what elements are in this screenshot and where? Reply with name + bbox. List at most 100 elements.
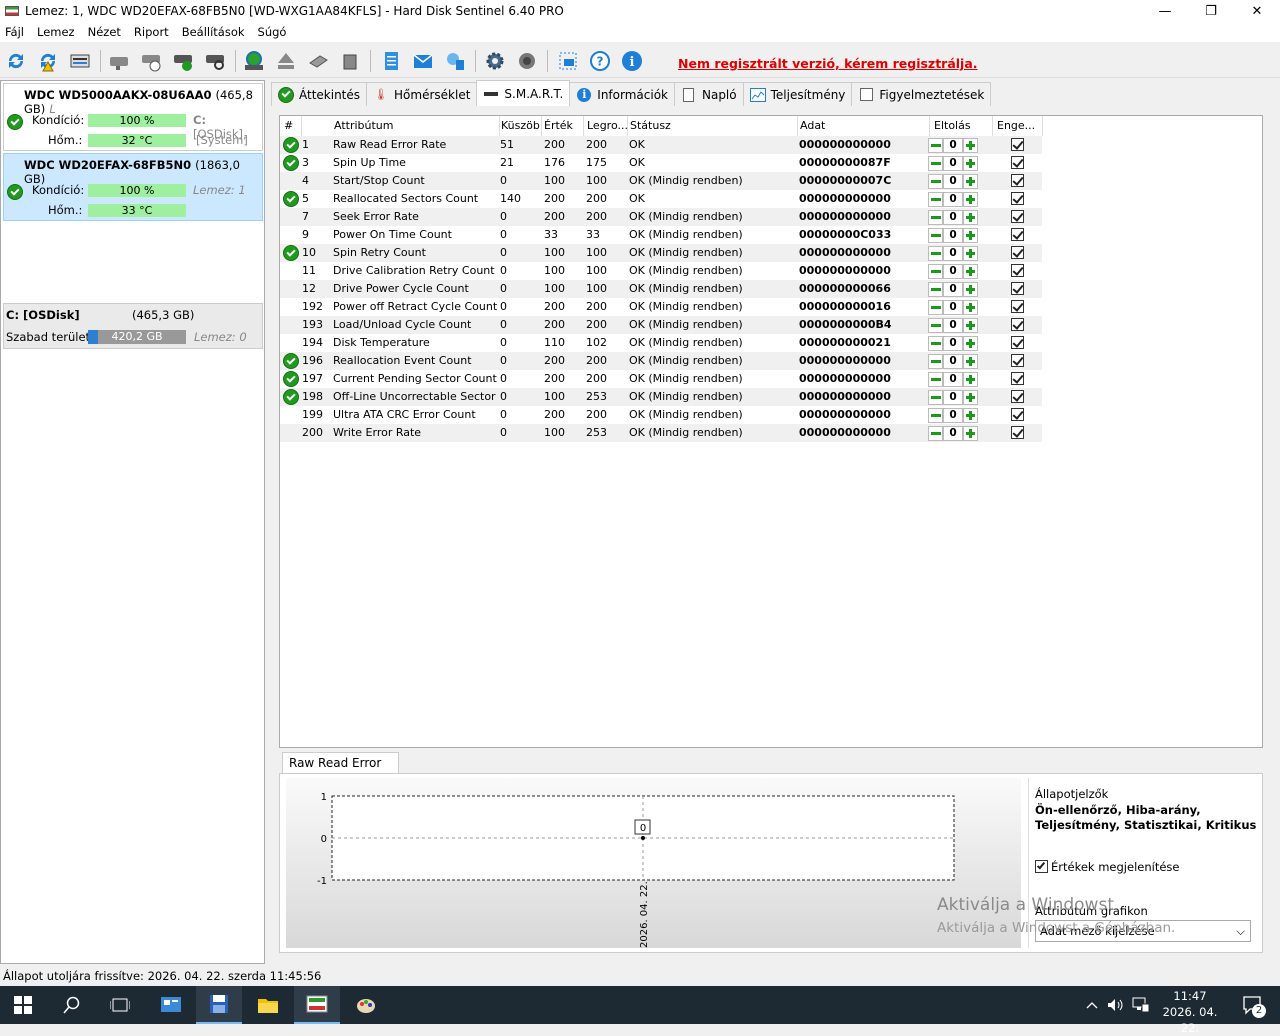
registration-warning-link[interactable]: Nem regisztrált verzió, kérem regisztrál…: [678, 56, 978, 71]
enabled-checkbox[interactable]: [1011, 282, 1024, 295]
offset-value[interactable]: 0: [943, 408, 963, 423]
col-header-status[interactable]: Státusz: [626, 116, 798, 136]
table-row[interactable]: 7 Seek Error Rate 0 200 200 OK (Mindig rendbe…: [280, 208, 1042, 226]
table-row[interactable]: 197 Current Pending Sector Count 0 200 200 OK…: [280, 370, 1042, 388]
menu-disk[interactable]: Lemez: [37, 25, 75, 39]
table-row[interactable]: 196 Reallocation Event Count 0 200 200 OK (Mi…: [280, 352, 1042, 370]
offset-value[interactable]: 0: [943, 246, 963, 261]
enabled-checkbox[interactable]: [1011, 318, 1024, 331]
minus-icon[interactable]: [928, 210, 943, 225]
enabled-checkbox[interactable]: [1011, 138, 1024, 151]
table-row[interactable]: 12 Drive Power Cycle Count 0 100 100 OK (Mind…: [280, 280, 1042, 298]
table-row[interactable]: 9 Power On Time Count 0 33 33 OK (Mindig rend…: [280, 226, 1042, 244]
enabled-checkbox[interactable]: [1011, 192, 1024, 205]
offset-value[interactable]: 0: [943, 300, 963, 315]
enabled-checkbox[interactable]: [1011, 426, 1024, 439]
table-row[interactable]: 199 Ultra ATA CRC Error Count 0 200 200 OK (M…: [280, 406, 1042, 424]
refresh-all-icon[interactable]: [35, 48, 61, 74]
notepad-icon[interactable]: [378, 48, 404, 74]
usb-drive-icon[interactable]: [305, 48, 331, 74]
enabled-checkbox[interactable]: [1011, 354, 1024, 367]
offset-value[interactable]: 0: [943, 390, 963, 405]
disk-ok-icon[interactable]: [170, 48, 196, 74]
enabled-checkbox[interactable]: [1011, 300, 1024, 313]
table-row[interactable]: 200 Write Error Rate 0 100 253 OK (Mindig ren…: [280, 424, 1042, 442]
plus-icon[interactable]: [963, 156, 978, 171]
show-values-checkbox[interactable]: [1035, 860, 1048, 873]
tab-alerts[interactable]: Figyelmeztetések: [851, 82, 992, 106]
table-row[interactable]: 5 Reallocated Sectors Count 140 200 200 OK 000…: [280, 190, 1042, 208]
mail-icon[interactable]: [410, 48, 436, 74]
tab-temperature[interactable]: 🌡 Hőmérséklet: [366, 82, 478, 106]
table-row[interactable]: 194 Disk Temperature 0 110 102 OK (Mindig ren…: [280, 334, 1042, 352]
enabled-checkbox[interactable]: [1011, 336, 1024, 349]
tab-performance[interactable]: Teljesítmény: [742, 82, 853, 106]
tab-information[interactable]: i Információk: [569, 82, 675, 106]
offset-value[interactable]: 0: [943, 192, 963, 207]
tab-overview[interactable]: Áttekintés: [271, 82, 368, 106]
plus-icon[interactable]: [963, 282, 978, 297]
minus-icon[interactable]: [928, 426, 943, 441]
offset-value[interactable]: 0: [943, 372, 963, 387]
minus-icon[interactable]: [928, 246, 943, 261]
offset-value[interactable]: 0: [943, 354, 963, 369]
table-row[interactable]: 3 Spin Up Time 21 176 175 OK 00000000087F 0: [280, 154, 1042, 172]
col-header-threshold[interactable]: Küszöb: [497, 116, 542, 136]
col-header-data[interactable]: Adat: [796, 116, 930, 136]
clock[interactable]: 11:47 2026. 04. 22.: [1156, 988, 1224, 1036]
plus-icon[interactable]: [963, 300, 978, 315]
offset-value[interactable]: 0: [943, 336, 963, 351]
enabled-checkbox[interactable]: [1011, 174, 1024, 187]
drive-icon[interactable]: [67, 48, 93, 74]
taskbar-app-explorer[interactable]: [245, 986, 291, 1024]
offset-value[interactable]: 0: [943, 264, 963, 279]
minus-icon[interactable]: [928, 336, 943, 351]
volume-item[interactable]: C: [OSDisk] (465,3 GB) Szabad terület 42…: [3, 303, 263, 349]
minus-icon[interactable]: [928, 174, 943, 189]
maximize-button[interactable]: ❐: [1188, 0, 1234, 22]
offset-value[interactable]: 0: [943, 318, 963, 333]
task-view-icon[interactable]: [97, 986, 143, 1024]
close-button[interactable]: ✕: [1234, 0, 1280, 22]
disk-item-2[interactable]: WDC WD20EFAX-68FB5N0 (1863,0 GB) Kondíci…: [3, 153, 263, 221]
table-row[interactable]: 10 Spin Retry Count 0 100 100 OK (Mindig rend…: [280, 244, 1042, 262]
graph-tab[interactable]: Raw Read Error Rate: [282, 752, 399, 790]
enabled-checkbox[interactable]: [1011, 228, 1024, 241]
col-header-value[interactable]: Érték: [540, 116, 584, 136]
plus-icon[interactable]: [963, 210, 978, 225]
enabled-checkbox[interactable]: [1011, 408, 1024, 421]
tab-smart[interactable]: S.M.A.R.T.: [476, 80, 571, 106]
table-row[interactable]: 193 Load/Unload Cycle Count 0 200 200 OK (Min…: [280, 316, 1042, 334]
enabled-checkbox[interactable]: [1011, 156, 1024, 169]
minus-icon[interactable]: [928, 390, 943, 405]
plus-icon[interactable]: [963, 318, 978, 333]
disk-search-icon[interactable]: [202, 48, 228, 74]
minus-icon[interactable]: [928, 354, 943, 369]
minus-icon[interactable]: [928, 318, 943, 333]
plus-icon[interactable]: [963, 336, 978, 351]
minimize-button[interactable]: —: [1142, 0, 1188, 22]
gear-icon[interactable]: [482, 48, 508, 74]
offset-value[interactable]: 0: [943, 156, 963, 171]
network-icon[interactable]: [1128, 986, 1154, 1024]
menu-settings[interactable]: Beállítások: [182, 25, 245, 39]
disk-icon[interactable]: [106, 48, 132, 74]
screenshot-icon[interactable]: [555, 48, 581, 74]
minus-icon[interactable]: [928, 192, 943, 207]
offset-value[interactable]: 0: [943, 282, 963, 297]
minus-icon[interactable]: [928, 372, 943, 387]
eject-icon[interactable]: [273, 48, 299, 74]
minus-icon[interactable]: [928, 264, 943, 279]
plus-icon[interactable]: [963, 390, 978, 405]
speaker-icon[interactable]: [514, 48, 540, 74]
plus-icon[interactable]: [963, 192, 978, 207]
offset-value[interactable]: 0: [943, 228, 963, 243]
offset-value[interactable]: 0: [943, 210, 963, 225]
minus-icon[interactable]: [928, 408, 943, 423]
tab-log[interactable]: Napló: [673, 82, 744, 106]
table-row[interactable]: 1 Raw Read Error Rate 51 200 200 OK 0000000000…: [280, 136, 1042, 154]
plus-icon[interactable]: [963, 228, 978, 243]
plus-icon[interactable]: [963, 138, 978, 153]
table-row[interactable]: 4 Start/Stop Count 0 100 100 OK (Mindig rendb…: [280, 172, 1042, 190]
enabled-checkbox[interactable]: [1011, 246, 1024, 259]
